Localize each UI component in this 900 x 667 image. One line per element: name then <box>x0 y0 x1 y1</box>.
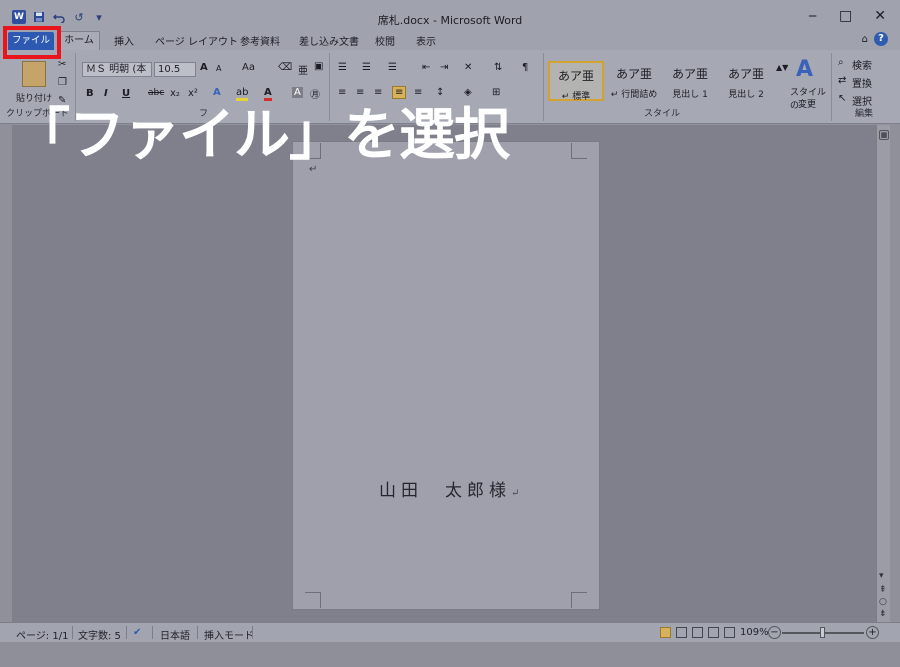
tab-view[interactable]: 表示 <box>416 33 436 48</box>
style-preview: あア亜 <box>557 69 594 83</box>
tab-references[interactable]: 参考資料 <box>240 33 280 48</box>
zoom-slider-thumb[interactable] <box>820 627 825 638</box>
editing-group: ⌕ 検索 ⇄ 置換 ↖ 選択 編集 <box>834 53 894 121</box>
copy-icon[interactable]: ❐ <box>58 77 67 88</box>
shrink-font-button[interactable]: A <box>216 64 221 73</box>
select-icon[interactable]: ↖ <box>838 93 846 104</box>
page-count[interactable]: ページ: 1/1 <box>16 627 68 642</box>
replace-icon[interactable]: ⇄ <box>838 75 846 86</box>
web-layout-icon[interactable] <box>692 627 703 638</box>
grow-font-button[interactable]: A <box>200 62 208 73</box>
paragraph-mark: ↵ <box>511 488 520 499</box>
character-border-icon[interactable]: ▣ <box>314 61 323 72</box>
style-preview: あア亜 <box>671 67 708 81</box>
draft-view-icon[interactable] <box>724 627 735 638</box>
window-controls: ‒ □ ✕ <box>808 8 886 24</box>
word-window: W ↺ ▾ 席札.docx - Microsoft Word ‒ □ ✕ ファイ… <box>0 0 900 667</box>
status-divider <box>252 626 253 639</box>
phonetic-guide-icon[interactable]: 亜 <box>298 62 308 77</box>
style-standard[interactable]: あア亜 ↵ 標準 <box>548 61 604 102</box>
addressee-name: 山田 太郎様 <box>379 481 511 501</box>
change-case-button[interactable]: Aa <box>242 62 255 73</box>
bullets-icon[interactable]: ☰ <box>338 62 347 73</box>
style-no-spacing[interactable]: あア亜 ↵ 行間詰め <box>606 61 662 101</box>
window-title: 席札.docx - Microsoft Word <box>377 14 523 27</box>
instruction-caption: 「ファイル」を選択 <box>14 103 510 168</box>
increase-indent-icon[interactable]: ⇥ <box>440 62 448 73</box>
addressee-text[interactable]: 山田 太郎様↵ <box>379 476 519 501</box>
minimize-ribbon-icon[interactable]: ⌂ <box>862 34 868 45</box>
show-marks-icon[interactable]: ¶ <box>522 62 528 73</box>
sort-icon[interactable]: ⇅ <box>494 62 502 73</box>
scroll-down-arrow-icon[interactable]: ▾ <box>879 571 884 581</box>
previous-page-icon[interactable]: ⇞ <box>879 585 887 595</box>
style-preview: あア亜 <box>727 67 764 81</box>
vertical-scrollbar[interactable]: ▦ ▾ ⇞ ○ ⇟ <box>876 125 890 622</box>
find-icon[interactable]: ⌕ <box>838 57 844 68</box>
style-label: 見出し 2 <box>728 90 764 100</box>
tab-insert[interactable]: 挿入 <box>114 33 134 48</box>
font-size-combo[interactable]: 10.5 <box>154 62 196 77</box>
styles-group-label: スタイル <box>643 109 680 119</box>
outline-view-icon[interactable] <box>708 627 719 638</box>
help-area: ⌂ ? <box>862 32 888 46</box>
ribbon-tabs: ファイル ホーム 挿入 ページ レイアウト 参考資料 差し込み文書 校閲 表示 … <box>0 30 900 50</box>
zoom-out-button[interactable]: − <box>768 626 781 639</box>
ruler-toggle-icon[interactable]: ▦ <box>879 130 889 140</box>
change-styles-icon[interactable]: A <box>796 57 813 82</box>
zoom-level[interactable]: 109% <box>740 627 769 638</box>
next-page-icon[interactable]: ⇟ <box>879 609 887 619</box>
screen-bottom-band <box>0 642 900 667</box>
tab-page-layout[interactable]: ページ レイアウト <box>155 33 238 48</box>
cut-icon[interactable]: ✂ <box>58 59 66 70</box>
style-label: 見出し 1 <box>672 90 708 100</box>
zoom-in-button[interactable]: + <box>866 626 879 639</box>
style-label: ↵ 標準 <box>561 92 591 102</box>
print-layout-view-icon[interactable] <box>660 627 671 638</box>
clear-format-icon[interactable]: ⌫ <box>278 62 292 73</box>
status-divider <box>197 626 198 639</box>
editing-group-label: 編集 <box>854 109 873 119</box>
tab-mailings[interactable]: 差し込み文書 <box>299 33 359 48</box>
margin-corner-mark <box>305 592 321 608</box>
paste-icon[interactable] <box>22 61 46 87</box>
file-tab-highlight <box>3 26 61 59</box>
tab-review[interactable]: 校閲 <box>375 33 395 48</box>
close-button[interactable]: ✕ <box>874 8 886 24</box>
asian-layout-icon[interactable]: ✕ <box>464 62 472 73</box>
style-heading-1[interactable]: あア亜 見出し 1 <box>662 61 718 101</box>
replace-button[interactable]: 置換 <box>852 75 872 90</box>
find-button[interactable]: 検索 <box>852 57 872 72</box>
styles-more-icon[interactable]: ▲▼ <box>776 63 788 72</box>
decrease-indent-icon[interactable]: ⇤ <box>422 62 430 73</box>
change-styles-label-2[interactable]: 変更 <box>798 97 816 110</box>
status-bar: ページ: 1/1 文字数: 5 ✔ 日本語 挿入モード 109% − + <box>0 622 900 642</box>
status-divider <box>72 626 73 639</box>
minimize-button[interactable]: ‒ <box>808 8 817 24</box>
numbering-icon[interactable]: ☰ <box>362 62 371 73</box>
font-name-combo[interactable]: ＭＳ 明朝 (本 <box>82 62 152 77</box>
proofing-icon[interactable]: ✔ <box>133 627 141 638</box>
language[interactable]: 日本語 <box>160 627 190 642</box>
full-screen-reading-icon[interactable] <box>676 627 687 638</box>
tab-home[interactable]: ホーム <box>58 31 100 50</box>
margin-corner-mark <box>571 592 587 608</box>
maximize-button[interactable]: □ <box>839 8 852 24</box>
document-page[interactable]: ↵ 山田 太郎様↵ <box>292 141 600 610</box>
title-bar: W ↺ ▾ 席札.docx - Microsoft Word ‒ □ ✕ <box>0 0 900 34</box>
multilevel-list-icon[interactable]: ☰ <box>388 62 397 73</box>
insert-mode[interactable]: 挿入モード <box>204 627 254 642</box>
style-preview: あア亜 <box>615 67 652 81</box>
status-divider <box>126 626 127 639</box>
style-label: ↵ 行間詰め <box>610 90 658 100</box>
browse-object-icon[interactable]: ○ <box>879 597 887 607</box>
help-icon[interactable]: ? <box>874 32 888 46</box>
word-count[interactable]: 文字数: 5 <box>78 627 121 642</box>
status-divider <box>152 626 153 639</box>
styles-group: あア亜 ↵ 標準 あア亜 ↵ 行間詰め あア亜 見出し 1 あア亜 見出し 2 … <box>546 53 832 121</box>
style-heading-2[interactable]: あア亜 見出し 2 <box>718 61 774 101</box>
margin-corner-mark <box>571 143 587 159</box>
